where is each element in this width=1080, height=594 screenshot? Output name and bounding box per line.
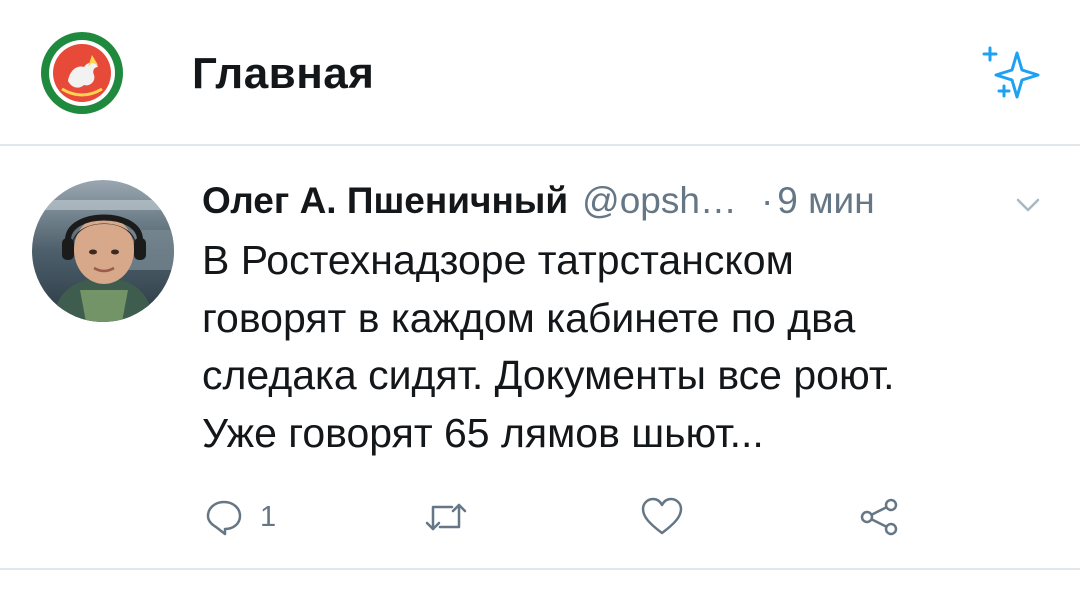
- retweet-icon: [424, 497, 468, 537]
- like-button[interactable]: [640, 492, 684, 542]
- page-title: Главная: [192, 49, 375, 98]
- reply-button[interactable]: 1: [204, 492, 276, 542]
- share-icon: [858, 497, 902, 537]
- like-icon: [640, 497, 684, 537]
- author-name[interactable]: Олег А. Пшеничный: [202, 180, 568, 221]
- share-button[interactable]: [858, 492, 902, 542]
- tweet-header: Олег А. Пшеничный @opsh… · 9 мин: [202, 178, 1062, 228]
- chevron-down-icon[interactable]: [1010, 190, 1046, 220]
- tweet-actions: 1: [0, 492, 1080, 542]
- tatarstan-emblem-icon[interactable]: [40, 31, 124, 115]
- retweet-button[interactable]: [424, 492, 468, 542]
- top-header: Главная: [0, 0, 1080, 146]
- tweet-timestamp[interactable]: 9 мин: [777, 180, 874, 221]
- reply-icon: [204, 497, 244, 537]
- tweet[interactable]: Олег А. Пшеничный @opsh… · 9 мин В Ростехна…: [0, 146, 1080, 570]
- author-handle[interactable]: @opsh…: [582, 180, 737, 221]
- reply-count: 1: [260, 500, 277, 533]
- tweet-text: В Ростехнадзоре татрстанском говорят в к…: [202, 237, 895, 456]
- separator-dot: ·: [760, 180, 774, 221]
- avatar[interactable]: [32, 180, 174, 322]
- timeline-sparkle-icon[interactable]: [980, 40, 1050, 106]
